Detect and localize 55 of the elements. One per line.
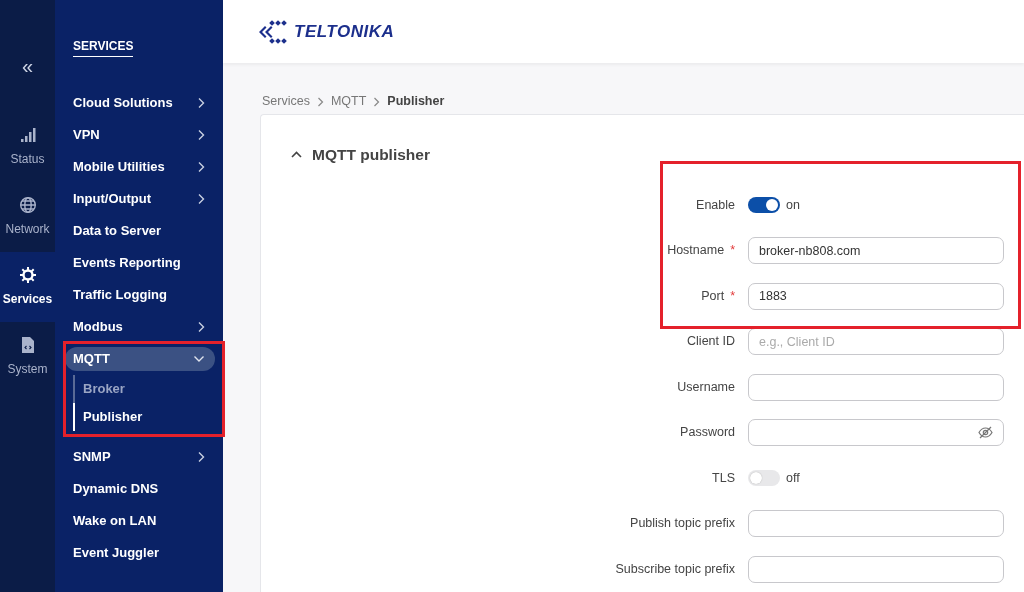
breadcrumb-link[interactable]: MQTT — [330, 92, 367, 111]
collapse-button[interactable]: « — [0, 0, 55, 100]
breadcrumb-link[interactable]: Services — [262, 92, 310, 111]
sidebar-item[interactable]: Input/Output — [65, 183, 215, 215]
sidebar-item[interactable]: Modbus — [65, 311, 215, 343]
sidebar-item[interactable]: Mobile Utilities — [65, 151, 215, 183]
input-field[interactable] — [748, 555, 1004, 583]
sidebar-item[interactable]: Cloud Solutions — [65, 87, 215, 119]
field-label: Client ID — [687, 334, 735, 349]
submenu-item[interactable]: Broker — [73, 375, 215, 403]
toggle-switch[interactable] — [748, 197, 780, 214]
field-label: Port — [701, 288, 725, 303]
sidebar-item[interactable]: SNMP — [65, 441, 215, 473]
globe-icon — [18, 196, 37, 214]
toggle-switch[interactable] — [748, 470, 780, 487]
signal-icon — [18, 126, 37, 144]
field-label: Publish topic prefix — [630, 516, 735, 531]
rail-tab[interactable]: Status — [0, 112, 55, 182]
sidebar-heading: SERVICES — [73, 37, 134, 57]
input-field[interactable] — [748, 510, 1004, 538]
logo-text: TELTONIKA — [294, 20, 395, 43]
input-field[interactable]: e.g., Client ID — [748, 328, 1004, 356]
toggle-state: on — [786, 196, 800, 214]
required-icon: * — [730, 288, 735, 303]
sidebar-item[interactable]: Dynamic DNS — [65, 473, 215, 505]
sidebar-item[interactable]: Traffic Logging — [65, 279, 215, 311]
chevron-right-icon — [373, 96, 381, 107]
sidebar-item[interactable]: VPN — [65, 119, 215, 151]
chevron-up-icon[interactable] — [291, 151, 302, 159]
breadcrumb-current: Publisher — [387, 93, 445, 111]
section-title: MQTT publisher — [312, 145, 430, 166]
required-icon: * — [730, 243, 735, 258]
field-label: Username — [677, 379, 735, 394]
input-field[interactable] — [748, 373, 1004, 401]
field-label: TLS — [712, 470, 735, 485]
toggle-state: off — [786, 469, 800, 487]
submenu-item[interactable]: Publisher — [73, 403, 215, 431]
sidebar-item[interactable]: Event Juggler — [65, 537, 215, 569]
input-field[interactable]: 1883 — [748, 282, 1004, 310]
field-label: Hostname — [667, 243, 725, 258]
input-field[interactable]: broker-nb808.com — [748, 237, 1004, 265]
rail-tab[interactable]: System — [0, 322, 55, 392]
chevron-right-icon — [316, 96, 324, 107]
rail-tab[interactable]: Network — [0, 182, 55, 252]
field-label: Password — [680, 425, 735, 440]
sidebar-item[interactable]: MQTT — [65, 347, 215, 371]
rail-tab[interactable]: Services — [0, 252, 55, 322]
settings-icon — [18, 266, 37, 284]
password-field[interactable] — [748, 419, 1004, 447]
field-label: Enable — [696, 197, 735, 212]
field-label: Subscribe topic prefix — [615, 561, 735, 576]
sidebar-item[interactable]: Events Reporting — [65, 247, 215, 279]
sidebar-item[interactable]: Data to Server — [65, 215, 215, 247]
sidebar-item[interactable]: Wake on LAN — [65, 505, 215, 537]
eye-slash-icon[interactable] — [978, 426, 993, 440]
